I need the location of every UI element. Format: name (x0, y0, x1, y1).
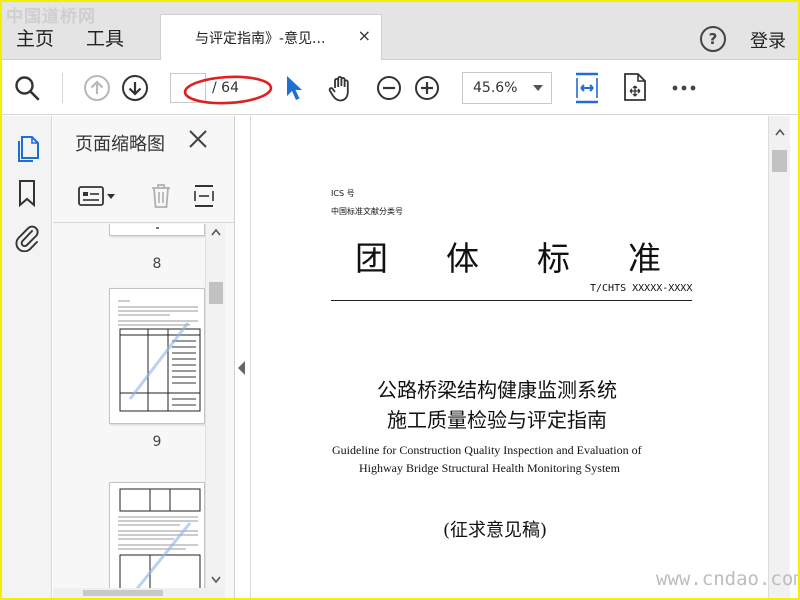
search-icon[interactable] (14, 75, 40, 101)
toolbar-separator (62, 73, 63, 103)
attachment-icon[interactable] (14, 222, 40, 256)
left-tool-rail (2, 116, 52, 598)
scrollbar-thumb[interactable] (772, 150, 787, 172)
fit-page-icon[interactable] (573, 71, 601, 105)
login-link[interactable]: 登录 (750, 27, 786, 53)
scroll-up-icon[interactable] (211, 228, 221, 236)
tab-bar: 中国道桥网 主页 工具 与评定指南》-意见... × ? 登录 (2, 2, 798, 60)
classification-label: 中国标准文献分类号 (331, 207, 403, 216)
thumbnail-vertical-scrollbar[interactable] (205, 224, 225, 590)
standard-number: T/CHTS XXXXX-XXXX (590, 283, 693, 294)
arrow-down-icon[interactable] (121, 74, 149, 102)
thumbnail-page-9-content (118, 300, 201, 412)
divider-line (331, 300, 692, 301)
watermark-bottom: www.cndao.com (656, 568, 798, 590)
standard-type-heading: 团体标准 (355, 239, 719, 278)
document-tab-title: 与评定指南》-意见... (195, 31, 326, 47)
select-cursor-icon[interactable] (284, 74, 304, 102)
ics-label: ICS 号 (331, 189, 355, 198)
hand-icon[interactable] (326, 73, 356, 103)
thumbnail-page-10-content (118, 488, 201, 588)
pdf-reader-window: 中国道桥网 主页 工具 与评定指南》-意见... × ? 登录 / 64 45.… (2, 2, 798, 598)
red-annotation-ellipse (183, 75, 273, 105)
more-icon[interactable] (672, 85, 696, 91)
thumbnail-tools (53, 171, 235, 223)
arrow-up-icon[interactable] (83, 74, 111, 102)
zoom-value: 45.6% (473, 80, 518, 96)
close-panel-icon[interactable] (187, 128, 209, 154)
chevron-down-icon (533, 85, 543, 91)
toolbar: / 64 45.6% (2, 61, 798, 115)
draft-label: (征求意见稿) (443, 520, 548, 541)
title-chinese-line-1: 公路桥梁结构健康监测系统 (377, 378, 617, 402)
title-chinese-line-2: 施工质量检验与评定指南 (387, 408, 607, 432)
document-vertical-scrollbar[interactable] (768, 116, 790, 598)
thumbnail-label: 9 (152, 434, 162, 450)
insert-page-icon[interactable] (192, 183, 216, 209)
scroll-up-icon[interactable] (775, 128, 785, 136)
title-english-line-1: Guideline for Construction Quality Inspe… (332, 443, 642, 457)
thumbnail-page-8[interactable] (109, 224, 205, 236)
zoom-in-icon[interactable] (414, 75, 440, 101)
title-english-line-2: Highway Bridge Structural Health Monitor… (359, 461, 620, 475)
thumbnail-panel: 页面缩略图 8 9 (53, 116, 235, 598)
close-tab-icon[interactable]: × (358, 26, 371, 45)
scrollbar-thumb[interactable] (209, 282, 223, 304)
thumbnail-page-10[interactable] (109, 482, 205, 588)
document-tab[interactable]: 与评定指南》-意见... × (160, 14, 382, 60)
thumbnail-page-9[interactable] (109, 288, 205, 424)
thumbnail-label: 8 (152, 256, 162, 272)
home-menu[interactable]: 主页 (16, 24, 54, 51)
thumbnail-list[interactable]: 8 9 (53, 224, 205, 588)
delete-icon[interactable] (149, 182, 173, 210)
bookmark-icon[interactable] (14, 179, 40, 211)
pages-icon[interactable] (14, 134, 40, 168)
scrollbar-thumb[interactable] (83, 590, 163, 596)
document-page[interactable]: ICS 号 中国标准文献分类号 团体标准 T/CHTS XXXXX-XXXX 公… (250, 116, 768, 598)
tools-menu[interactable]: 工具 (86, 24, 124, 51)
thumbnail-horizontal-scrollbar[interactable] (53, 588, 225, 598)
scroll-down-icon[interactable] (211, 576, 221, 584)
rotate-page-icon[interactable] (622, 71, 648, 103)
thumbnail-panel-title: 页面缩略图 (75, 134, 165, 155)
zoom-out-icon[interactable] (376, 75, 402, 101)
zoom-dropdown[interactable]: 45.6% (462, 72, 552, 104)
collapse-panel-icon[interactable] (238, 360, 246, 379)
help-icon[interactable]: ? (700, 26, 726, 52)
thumbnail-options-icon[interactable] (77, 184, 117, 208)
